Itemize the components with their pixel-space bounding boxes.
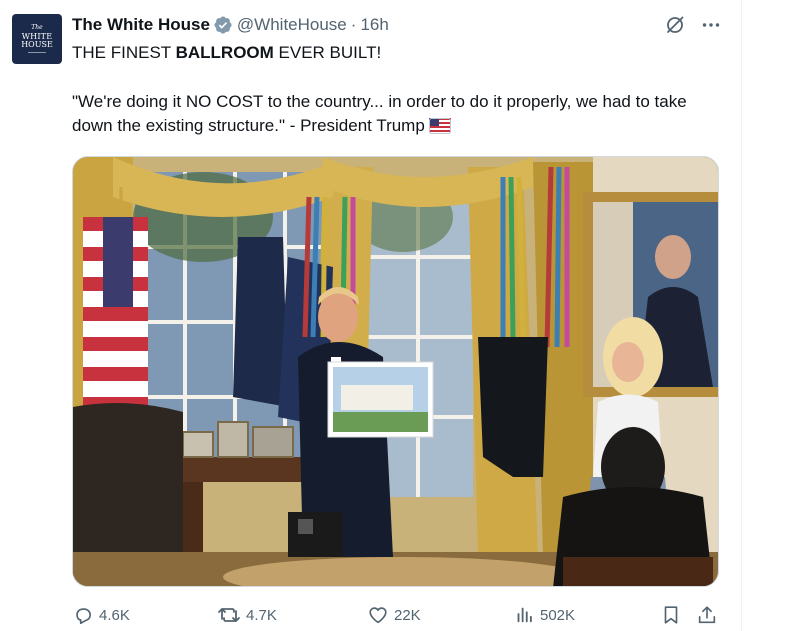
like-count: 22K: [394, 606, 421, 624]
avatar[interactable]: The WHITE HOUSE: [12, 14, 62, 64]
views-button[interactable]: 502K: [513, 604, 575, 626]
heart-icon: [367, 604, 389, 626]
tweet-headline: THE FINEST BALLROOM EVER BUILT!: [72, 41, 712, 65]
tweet-quote: "We're doing it NO COST to the country..…: [72, 90, 712, 141]
headline-pre: THE FINEST: [72, 43, 176, 62]
reply-button[interactable]: 4.6K: [72, 604, 130, 626]
view-count: 502K: [540, 606, 576, 624]
bookmark-button[interactable]: [660, 604, 682, 626]
action-bar: 4.6K 4.7K 22K 502K: [72, 604, 719, 628]
repost-count: 4.7K: [246, 606, 277, 624]
views-chart-icon: [513, 604, 535, 626]
more-options-icon[interactable]: [700, 14, 722, 36]
author-handle[interactable]: @WhiteHouse: [237, 15, 347, 35]
bookmark-icon: [660, 604, 682, 626]
repost-button[interactable]: 4.7K: [217, 604, 277, 626]
tweet-text: THE FINEST BALLROOM EVER BUILT! "We're d…: [72, 41, 712, 141]
us-flag-icon: [428, 117, 451, 141]
quote-text: "We're doing it NO COST to the country..…: [72, 92, 687, 135]
avatar-text-line1: The: [31, 24, 43, 31]
share-icon: [696, 604, 718, 626]
headline-bold: BALLROOM: [175, 43, 274, 62]
headline-post: EVER BUILT!: [273, 43, 382, 62]
verified-badge-icon[interactable]: [213, 15, 233, 35]
post-timestamp[interactable]: 16h: [360, 15, 388, 35]
author-name[interactable]: The White House: [72, 15, 210, 35]
right-sidebar-edge: [741, 0, 793, 631]
oval-office-photo-illustration: [73, 157, 718, 586]
grok-icon[interactable]: [664, 14, 686, 36]
share-button[interactable]: [696, 604, 718, 626]
post-photo[interactable]: [72, 156, 719, 587]
top-right-actions: [664, 14, 722, 36]
avatar-text-line3: HOUSE: [21, 40, 53, 49]
repost-icon: [217, 604, 241, 626]
reply-icon: [72, 604, 94, 626]
avatar-divider: [28, 52, 46, 53]
separator-dot: ·: [350, 15, 357, 34]
reply-count: 4.6K: [99, 606, 130, 624]
tweet-card[interactable]: The WHITE HOUSE The White House @WhiteHo…: [0, 0, 741, 631]
tweet-header: The White House @WhiteHouse · 16h: [72, 14, 389, 36]
like-button[interactable]: 22K: [367, 604, 421, 626]
